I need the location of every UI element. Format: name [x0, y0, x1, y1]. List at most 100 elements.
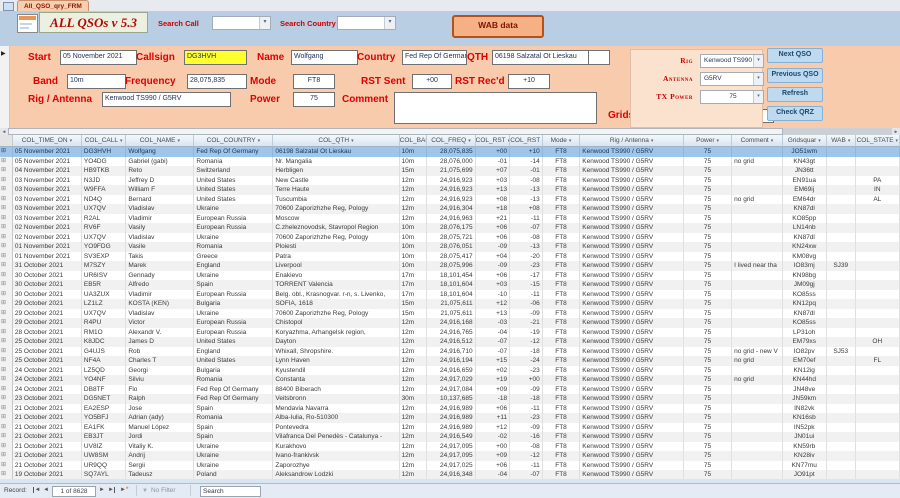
table-row[interactable]: ⊞ 29 October 2021 UX7QV Vladislav Ukraine 706… [0, 308, 900, 318]
cell-col-name[interactable]: KOSTA (KEN) [126, 299, 195, 309]
cell-col-time-on[interactable]: 01 November 2021 [13, 242, 82, 252]
cell-comment[interactable] [732, 204, 783, 214]
cell-col-freq[interactable]: 28,076,000 [427, 156, 476, 166]
cell-col-name[interactable]: William F [126, 185, 195, 195]
cell-col-rst[interactable]: -16 [510, 432, 543, 442]
cell-wab[interactable] [827, 337, 856, 347]
cell-rig-antenna[interactable]: Kenwood TS990 / G5RV [580, 308, 684, 318]
cell-col-state[interactable] [856, 375, 900, 385]
cell-col-qth[interactable]: 70600 Zaporizhzhe Reg, Pology [273, 204, 400, 214]
table-row[interactable]: ⊞ 29 October 2021 R4PU Victor European Russi… [0, 318, 900, 328]
cell-col-name[interactable]: Jeffrey D [126, 175, 195, 185]
cell-col-country[interactable]: European Russia [194, 327, 274, 337]
cell-col-name[interactable]: Vladislav [126, 204, 195, 214]
cell-col-rst[interactable]: +06 [476, 232, 511, 242]
cell-gridsquar[interactable]: KN59rb [783, 441, 827, 451]
cell-col-time-on[interactable]: 21 October 2021 [13, 460, 82, 470]
cell-col-state[interactable] [856, 213, 900, 223]
cell-gridsquar[interactable]: IO83mj [783, 261, 827, 271]
cell-wab[interactable] [827, 394, 856, 404]
expand-row-icon[interactable]: ⊞ [0, 156, 13, 166]
cell-comment[interactable]: I lived near tha [732, 261, 783, 271]
cell-col-name[interactable]: Marek [126, 261, 195, 271]
cell-col-rst[interactable]: +08 [510, 204, 543, 214]
cell-col-rst[interactable]: -24 [510, 356, 543, 366]
wab-data-button[interactable]: WAB data [452, 15, 544, 38]
record-search-input[interactable]: Search [200, 485, 261, 497]
mode-field[interactable]: FT8 [293, 74, 335, 89]
cell-power[interactable]: 75 [684, 365, 733, 375]
column-dropdown-icon[interactable]: ▾ [120, 138, 123, 144]
cell-col-rst[interactable]: +03 [476, 280, 511, 290]
expand-row-icon[interactable]: ⊞ [0, 223, 13, 233]
cell-col-qth[interactable]: Ploiesti [273, 242, 400, 252]
cell-wab[interactable] [827, 403, 856, 413]
table-row[interactable]: ⊞ 02 November 2021 RV6F Vasily European Russ… [0, 223, 900, 233]
cell-col-call[interactable]: UR6ISV [82, 270, 127, 280]
table-row[interactable]: ⊞ 30 October 2021 UA3ZUX Vladimir European R… [0, 289, 900, 299]
no-filter-button[interactable]: No Filter [151, 487, 176, 494]
cell-power[interactable]: 75 [684, 204, 733, 214]
expand-row-icon[interactable]: ⊞ [0, 232, 13, 242]
cell-rig-antenna[interactable]: Kenwood TS990 / G5RV [580, 432, 684, 442]
cell-gridsquar[interactable]: KN12pq [783, 299, 827, 309]
cell-col-bai[interactable]: 12m [400, 318, 428, 328]
column-dropdown-icon[interactable]: ▾ [896, 138, 899, 144]
cell-col-rst[interactable]: -01 [476, 156, 511, 166]
cell-col-bai[interactable]: 17m [400, 280, 428, 290]
frequency-field[interactable]: 28,075,835 [187, 74, 247, 89]
cell-gridsquar[interactable]: KN12ig [783, 365, 827, 375]
rig-antenna-field[interactable]: Kenwood TS990 / G5RV [102, 92, 231, 107]
cell-col-state[interactable] [856, 242, 900, 252]
table-row[interactable]: ⊞ 01 November 2021 YO9FDG Vasile Romania Ploi… [0, 242, 900, 252]
cell-col-state[interactable] [856, 394, 900, 404]
cell-mode[interactable]: FT8 [543, 327, 581, 337]
cell-col-qth[interactable]: Kurakhovo [273, 441, 400, 451]
cell-wab[interactable] [827, 223, 856, 233]
cell-col-bai[interactable]: 12m [400, 194, 428, 204]
cell-mode[interactable]: FT8 [543, 147, 581, 157]
cell-col-qth[interactable]: Terre Haute [273, 185, 400, 195]
cell-col-call[interactable]: UR9QQ [82, 460, 127, 470]
cell-gridsquar[interactable]: KN16sb [783, 413, 827, 423]
cell-comment[interactable] [732, 384, 783, 394]
cell-col-time-on[interactable]: 04 November 2021 [13, 166, 82, 176]
table-row[interactable]: ⊞ 31 October 2021 M7SZY Marek England Liverpo… [0, 261, 900, 271]
cell-power[interactable]: 75 [684, 403, 733, 413]
cell-mode[interactable]: FT8 [543, 394, 581, 404]
cell-col-bai[interactable]: 12m [400, 384, 428, 394]
cell-col-rst[interactable]: -09 [510, 308, 543, 318]
cell-col-call[interactable]: EA1FK [82, 422, 127, 432]
cell-col-state[interactable] [856, 166, 900, 176]
cell-rig-antenna[interactable]: Kenwood TS990 / G5RV [580, 365, 684, 375]
rst-recd-field[interactable]: +10 [508, 74, 550, 89]
cell-col-freq[interactable]: 10,137,685 [427, 394, 476, 404]
cell-comment[interactable] [732, 270, 783, 280]
cell-rig-antenna[interactable]: Kenwood TS990 / G5RV [580, 346, 684, 356]
cell-comment[interactable] [732, 308, 783, 318]
cell-col-freq[interactable]: 24,916,194 [427, 356, 476, 366]
scroll-left-icon[interactable]: ◄ [0, 128, 8, 135]
table-row[interactable]: ⊞ 21 October 2021 UR9QQ Sergii Ukraine Zaporo… [0, 460, 900, 470]
comment-field[interactable] [394, 92, 597, 124]
cell-col-name[interactable]: Bernard [126, 194, 195, 204]
cell-col-rst[interactable]: -17 [510, 270, 543, 280]
cell-col-freq[interactable]: 24,916,923 [427, 175, 476, 185]
table-row[interactable]: ⊞ 21 October 2021 YO5BFJ Adrian (ady) Romani… [0, 413, 900, 423]
cell-col-state[interactable] [856, 251, 900, 261]
cell-col-time-on[interactable]: 01 November 2021 [13, 251, 82, 261]
cell-rig-antenna[interactable]: Kenwood TS990 / G5RV [580, 185, 684, 195]
cell-col-freq[interactable]: 18,101,604 [427, 289, 476, 299]
cell-power[interactable]: 75 [684, 299, 733, 309]
cell-col-freq[interactable]: 24,917,029 [427, 375, 476, 385]
cell-col-rst[interactable]: +15 [476, 356, 511, 366]
cell-mode[interactable]: FT8 [543, 460, 581, 470]
cell-mode[interactable]: FT8 [543, 422, 581, 432]
cell-col-call[interactable]: UW8SM [82, 451, 127, 461]
cell-col-name[interactable]: Rob [126, 346, 195, 356]
cell-col-bai[interactable]: 12m [400, 375, 428, 385]
cell-mode[interactable]: FT8 [543, 232, 581, 242]
cell-col-rst[interactable]: -04 [476, 327, 511, 337]
cell-col-time-on[interactable]: 29 October 2021 [13, 308, 82, 318]
cell-col-state[interactable] [856, 299, 900, 309]
